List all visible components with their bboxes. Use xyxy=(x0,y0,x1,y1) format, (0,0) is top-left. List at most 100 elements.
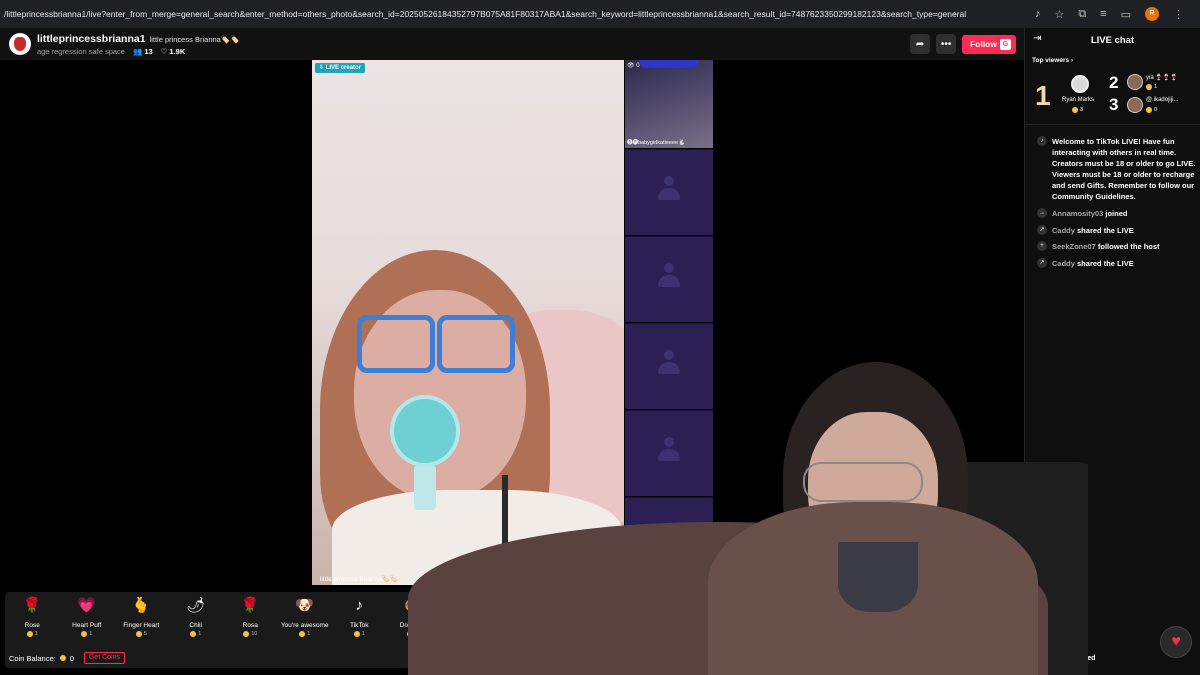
top-viewer-3-coin-value: 0 xyxy=(1154,107,1158,113)
share-button[interactable]: ➦ xyxy=(910,34,931,54)
gift-icon: 🌹 xyxy=(240,597,260,614)
host-video-caption: little princess Brianna🏷️🏷️ xyxy=(320,576,398,583)
empty-guest-slot[interactable] xyxy=(625,236,713,322)
event-text: joined xyxy=(1105,208,1128,218)
top-viewer-1-avatar[interactable] xyxy=(1071,75,1089,93)
more-options-button[interactable]: ••• xyxy=(936,34,957,54)
browser-address-bar: /littleprincessbrianna1/live?enter_from_… xyxy=(0,0,1200,28)
heart-icon: ♥ xyxy=(1171,633,1181,650)
top-viewers-link[interactable]: Top viewers › xyxy=(1032,57,1073,64)
guest-view-count: 👁 0 xyxy=(627,63,640,69)
downloads-icon[interactable]: ≡ xyxy=(1100,8,1106,20)
gift-item[interactable]: 🌹 Rosa 10 xyxy=(223,596,278,637)
coin-icon xyxy=(1146,84,1152,90)
extensions-icon[interactable]: ⧉ xyxy=(1078,8,1086,21)
streamer-webcam-overlay xyxy=(408,352,1088,675)
more-dots-icon: ••• xyxy=(940,38,952,50)
gift-item[interactable]: 🫰 Finger Heart 5 xyxy=(114,596,169,637)
coin-icon xyxy=(299,631,306,637)
share-arrow-icon: ➦ xyxy=(915,38,925,50)
follow-button[interactable]: Follow G xyxy=(962,34,1016,54)
top-viewer-1-rank: 1 xyxy=(1035,80,1051,111)
gift-item[interactable]: 🌹 Rose 1 xyxy=(5,596,60,637)
chat-event: + SeekZone07 followed the host xyxy=(1037,241,1160,251)
guest-video-1[interactable]: 👁 0 🅑🅡babygirlkatieeee🐇 xyxy=(625,60,713,148)
top-viewer-1-coins: 3 xyxy=(1072,107,1083,113)
empty-guest-slot[interactable] xyxy=(625,149,713,235)
gift-name: Heart Puff xyxy=(72,622,102,629)
share-icon: ↗ xyxy=(1037,225,1047,235)
url-field[interactable]: /littleprincessbrianna1/live?enter_from_… xyxy=(0,9,1035,19)
heart-outline-icon: ♡ xyxy=(160,46,168,56)
gift-item[interactable]: ♪ TikTok 1 xyxy=(332,596,387,637)
live-creator-badge: ⇩ LIVE creator xyxy=(315,63,366,73)
gift-price-value: 1 xyxy=(89,631,93,637)
coin-balance-label: Coin Balance: xyxy=(9,653,56,663)
coin-icon xyxy=(81,631,88,637)
gift-price-value: 1 xyxy=(34,631,38,637)
host-bio: age regression safe space xyxy=(37,46,125,56)
chat-event: ↗ Caddy shared the LIVE xyxy=(1037,225,1134,235)
gift-price-value: 1 xyxy=(307,631,311,637)
gift-price: 5 xyxy=(135,631,147,637)
gift-price-value: 1 xyxy=(361,631,365,637)
chat-event: → Annamosity03 joined xyxy=(1037,208,1127,218)
follow-label: Follow xyxy=(970,39,997,49)
person-placeholder-icon xyxy=(655,263,683,291)
person-placeholder-icon xyxy=(655,176,683,204)
gift-item[interactable]: 🐶 You're awesome 1 xyxy=(278,596,333,637)
gift-name: Rosa xyxy=(242,622,258,629)
gift-price-value: 10 xyxy=(251,631,258,637)
top-viewer-2-rank: 2 xyxy=(1109,73,1119,92)
coin-icon xyxy=(1146,107,1152,113)
gift-icon: 🌹 xyxy=(22,597,42,614)
tiktok-extension-icon[interactable]: ♪ xyxy=(1035,8,1041,20)
host-avatar[interactable] xyxy=(9,33,31,55)
gift-icon: ♪ xyxy=(355,597,364,614)
live-header: littleprincessbrianna1 little princess B… xyxy=(0,28,1024,60)
top-viewer-3-avatar[interactable] xyxy=(1127,97,1143,113)
event-username[interactable]: Caddy xyxy=(1052,226,1075,235)
guest-video-light xyxy=(639,60,699,68)
bookmark-star-icon[interactable]: ☆ xyxy=(1054,8,1064,21)
get-coins-button[interactable]: Get Coins xyxy=(83,652,125,664)
collapse-panel-icon[interactable]: ⇥ xyxy=(1033,33,1041,44)
webcam-glasses xyxy=(803,462,923,502)
event-username[interactable]: Caddy xyxy=(1052,259,1075,268)
chat-header: ⇥ LIVE chat xyxy=(1025,28,1200,52)
profile-avatar-icon[interactable]: R xyxy=(1145,7,1159,21)
coin-icon xyxy=(190,631,197,637)
event-username[interactable]: SeekZone07 xyxy=(1052,242,1096,251)
webcam-shirt xyxy=(838,542,918,612)
top-viewer-1-name[interactable]: Ryan Marks xyxy=(1062,97,1094,103)
gift-price-value: 1 xyxy=(198,631,202,637)
tiktok-icon: ♪ xyxy=(1037,136,1047,146)
like-count: ♡ 1.9K xyxy=(161,47,186,56)
cast-icon[interactable]: ▭ xyxy=(1121,8,1131,21)
top-viewer-3-name[interactable]: @.ikadojiji... xyxy=(1146,97,1178,103)
share-icon: ↗ xyxy=(1037,258,1047,268)
gift-icon: 💗 xyxy=(77,597,97,614)
event-text: followed the host xyxy=(1097,241,1160,251)
header-actions: ➦ ••• Follow G xyxy=(910,34,1024,54)
top-viewer-1-coin-value: 3 xyxy=(1080,107,1084,113)
gift-name: TikTok xyxy=(349,622,369,629)
host-username[interactable]: littleprincessbrianna1 xyxy=(37,33,146,45)
coin-balance-row: Coin Balance: 0 Get Coins xyxy=(9,652,125,664)
chat-event: ↗ Caddy shared the LIVE xyxy=(1037,258,1134,268)
event-username[interactable]: Annamosity03 xyxy=(1052,209,1103,218)
coin-icon xyxy=(353,631,360,637)
top-viewer-2-coins: 1 xyxy=(1146,84,1157,90)
gift-item[interactable]: 🌶 Chili 1 xyxy=(169,596,224,637)
like-heart-button[interactable]: ♥ xyxy=(1160,626,1192,658)
event-text: shared the LIVE xyxy=(1077,258,1134,268)
top-viewer-2-name[interactable]: yia 🍷🍷🍷 xyxy=(1146,74,1178,81)
gift-icon: 🐶 xyxy=(295,597,315,614)
welcome-message: ♪ Welcome to TikTok LIVE! Have fun inter… xyxy=(1037,136,1197,202)
follow-badge: G xyxy=(1000,38,1011,50)
joined-icon: → xyxy=(1037,208,1047,218)
event-text: shared the LIVE xyxy=(1077,225,1134,235)
menu-dots-icon[interactable]: ⋮ xyxy=(1173,8,1184,21)
top-viewer-2-avatar[interactable] xyxy=(1127,74,1143,90)
gift-item[interactable]: 💗 Heart Puff 1 xyxy=(60,596,115,637)
